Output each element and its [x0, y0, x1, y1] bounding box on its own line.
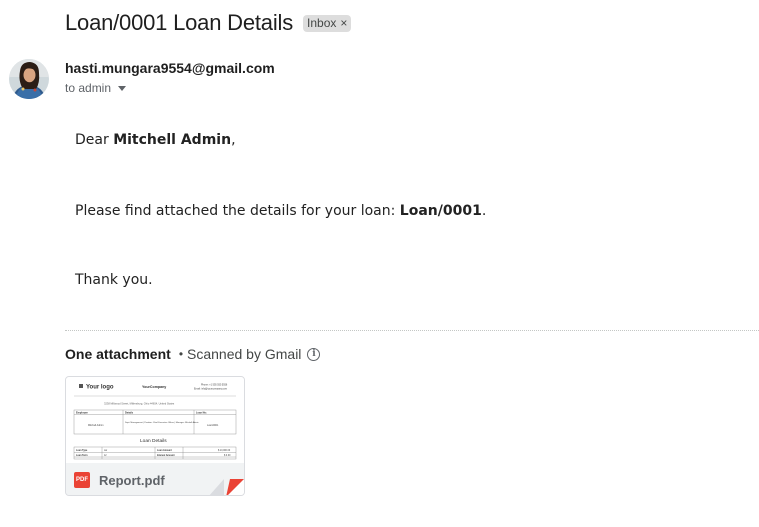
greeting-line: Dear Mitchell Admin,	[75, 132, 236, 148]
loan-line-suffix: .	[481, 203, 487, 219]
info-icon[interactable]: i	[307, 347, 321, 361]
avatar-photo	[9, 59, 49, 99]
recipient-row[interactable]: to admin	[65, 81, 127, 95]
pdf-preview-thumbnail: Your logo YourCompany Phone: +1 555 555 …	[66, 377, 244, 463]
attachments-divider	[65, 330, 759, 331]
greeting-suffix: ,	[231, 132, 236, 148]
loan-line: Please find attached the details for you…	[75, 203, 486, 219]
preview-logo-icon	[79, 384, 83, 388]
label-text: Inbox	[307, 15, 337, 30]
preview-loan-no: Loan/0001	[207, 424, 219, 427]
preview-r2-c3: Interest Amount	[157, 454, 175, 457]
preview-employee: Mitchell Admin	[88, 424, 104, 427]
email-subject: Loan/0001 Loan Details	[65, 10, 294, 35]
preview-phone: Phone: +1 555 555 5556	[201, 384, 228, 387]
closing-line: Thank you.	[75, 272, 153, 288]
sender-avatar[interactable]	[9, 59, 49, 99]
preview-r1-c1: Loan Type	[76, 450, 88, 452]
sender-email[interactable]: hasti.mungara9554@gmail.com	[65, 60, 275, 76]
page-fold-icon	[209, 479, 244, 495]
subject-row: Loan/0001 Loan Details Inbox ×	[65, 10, 352, 36]
preview-r2-c2: 12	[104, 455, 107, 457]
preview-company: YourCompany	[142, 385, 166, 389]
preview-r1-c3: Loan Amount	[157, 449, 172, 452]
scan-status: Scanned by Gmail	[187, 346, 302, 362]
loan-line-prefix: Please find attached the details for you…	[75, 203, 400, 219]
attachment-footer: PDF Report.pdf	[66, 463, 244, 495]
attachments-header: One attachment • Scanned by Gmail i	[65, 346, 321, 362]
header-separator: •	[178, 347, 184, 361]
preview-row-1: Loan Type car Loan Amount $ 10,000.00	[76, 449, 231, 452]
recipient-name: Mitchell Admin	[113, 132, 232, 148]
recipient-text: to admin	[65, 81, 112, 95]
greeting-prefix: Dear	[75, 132, 114, 148]
preview-r2-c4: $ 0.00	[224, 455, 231, 457]
preview-details: Dept: Management | Position: Chief Execu…	[125, 421, 199, 424]
preview-col-loan-no: Loan No:	[196, 411, 207, 414]
preview-col-details: Details	[125, 411, 134, 414]
pdf-file-icon: PDF	[74, 472, 90, 488]
preview-address: 3238 Millwood Street, Millersburg, Ohio …	[104, 402, 175, 406]
preview-r2-c1: Loan Term	[76, 455, 88, 457]
preview-row-2: Loan Term 12 Interest Amount $ 0.00	[76, 454, 231, 457]
inbox-label-chip[interactable]: Inbox ×	[303, 14, 352, 32]
attachment-filename: Report.pdf	[99, 472, 165, 488]
preview-logo: Your logo	[86, 385, 114, 391]
attachment-card[interactable]: Your logo YourCompany Phone: +1 555 555 …	[65, 376, 245, 496]
recipient-details-dropdown-icon[interactable]	[118, 85, 127, 91]
preview-email: Email: info@yourcompany.com	[194, 388, 227, 391]
loan-reference: Loan/0001	[399, 203, 482, 219]
preview-col-employee: Employee	[76, 411, 88, 414]
preview-r1-c4: $ 10,000.00	[218, 450, 231, 452]
attachment-count: One attachment	[65, 346, 171, 362]
remove-label-icon[interactable]: ×	[340, 16, 347, 30]
preview-section-title: Loan Details	[140, 438, 167, 444]
preview-r1-c2: car	[104, 449, 107, 452]
